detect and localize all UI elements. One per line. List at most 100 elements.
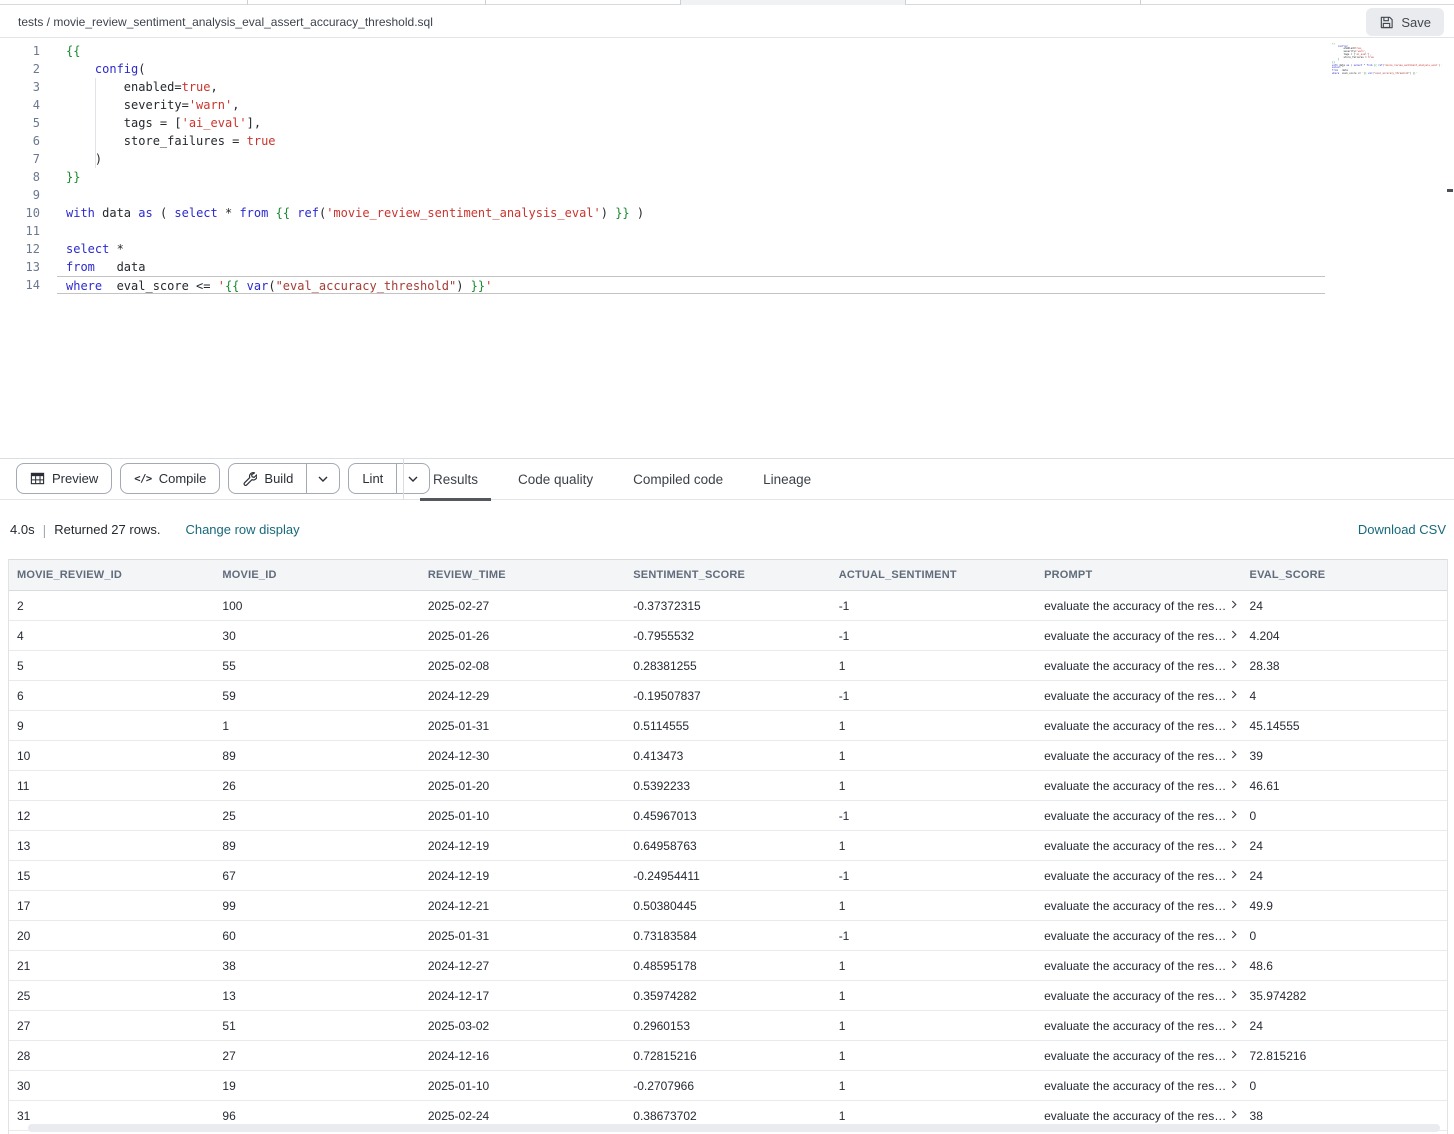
tab-lineage[interactable]: Lineage xyxy=(750,459,824,500)
cell-review_time: 2024-12-19 xyxy=(420,831,625,861)
cell-actual_sentiment: 1 xyxy=(831,1041,1036,1071)
expand-cell-icon[interactable] xyxy=(1231,1080,1238,1089)
code-line[interactable]: 4 severity='warn', xyxy=(0,96,1454,114)
code-line[interactable]: 14where eval_score <= '{{ var("eval_accu… xyxy=(0,276,1454,294)
build-label: Build xyxy=(264,471,293,486)
cell-actual_sentiment: -1 xyxy=(831,621,1036,651)
code-line[interactable]: 11 xyxy=(0,222,1454,240)
build-dropdown-button[interactable] xyxy=(306,464,339,493)
cell-movie_review_id: 12 xyxy=(9,801,214,831)
cell-sentiment_score: 0.28381255 xyxy=(625,651,830,681)
table-row: 21382024-12-270.485951781evaluate the ac… xyxy=(9,951,1447,981)
horizontal-scrollbar[interactable] xyxy=(28,1124,1440,1132)
cell-review_time: 2024-12-27 xyxy=(420,951,625,981)
table-grid-icon xyxy=(30,471,45,486)
cell-movie_review_id: 9 xyxy=(9,711,214,741)
cell-sentiment_score: 0.5114555 xyxy=(625,711,830,741)
preview-button[interactable]: Preview xyxy=(16,463,112,494)
cell-prompt: evaluate the accuracy of the res… xyxy=(1036,831,1241,861)
cell-review_time: 2025-01-10 xyxy=(420,1071,625,1101)
code-line[interactable]: 1{{ xyxy=(0,42,1454,60)
minimap-line: with data as ( select * from {{ ref('mov… xyxy=(1332,65,1442,68)
compile-button[interactable]: </> Compile xyxy=(120,463,220,494)
download-csv-link[interactable]: Download CSV xyxy=(1358,522,1446,537)
expand-cell-icon[interactable] xyxy=(1231,960,1238,969)
cell-review_time: 2024-12-30 xyxy=(420,741,625,771)
cell-eval_score: 35.974282 xyxy=(1242,981,1447,1011)
prompt-text: evaluate the accuracy of the res… xyxy=(1044,869,1226,883)
expand-cell-icon[interactable] xyxy=(1231,690,1238,699)
cell-actual_sentiment: 1 xyxy=(831,891,1036,921)
cell-review_time: 2025-03-02 xyxy=(420,1011,625,1041)
cell-actual_sentiment: 1 xyxy=(831,951,1036,981)
code-line[interactable]: 9 xyxy=(0,186,1454,204)
cell-sentiment_score: 0.45967013 xyxy=(625,801,830,831)
expand-cell-icon[interactable] xyxy=(1231,930,1238,939)
change-row-display-link[interactable]: Change row display xyxy=(185,522,299,537)
expand-cell-icon[interactable] xyxy=(1231,600,1238,609)
cell-eval_score: 28.38 xyxy=(1242,651,1447,681)
cell-sentiment_score: 0.413473 xyxy=(625,741,830,771)
cell-movie_id: 1 xyxy=(214,711,419,741)
minimap[interactable]: {{ config( enabled=true, severity='warn'… xyxy=(1332,43,1442,107)
expand-cell-icon[interactable] xyxy=(1231,1110,1238,1119)
expand-cell-icon[interactable] xyxy=(1231,810,1238,819)
cell-actual_sentiment: -1 xyxy=(831,861,1036,891)
editor-scrollbar-marker[interactable] xyxy=(1447,189,1453,192)
expand-cell-icon[interactable] xyxy=(1231,720,1238,729)
line-number: 6 xyxy=(0,132,40,150)
cell-review_time: 2025-01-10 xyxy=(420,801,625,831)
cell-prompt: evaluate the accuracy of the res… xyxy=(1036,951,1241,981)
file-header: tests / movie_review_sentiment_analysis_… xyxy=(0,6,1454,38)
expand-cell-icon[interactable] xyxy=(1231,990,1238,999)
code-line[interactable]: 10with data as ( select * from {{ ref('m… xyxy=(0,204,1454,222)
build-button[interactable]: Build xyxy=(229,464,306,493)
code-line[interactable]: 8}} xyxy=(0,168,1454,186)
cell-movie_review_id: 21 xyxy=(9,951,214,981)
tab-code-quality[interactable]: Code quality xyxy=(505,459,606,500)
code-line[interactable]: 3 enabled=true, xyxy=(0,78,1454,96)
cell-movie_review_id: 17 xyxy=(9,891,214,921)
code-line[interactable]: 6 store_failures = true xyxy=(0,132,1454,150)
expand-cell-icon[interactable] xyxy=(1231,870,1238,879)
tab-results[interactable]: Results xyxy=(420,459,491,500)
breadcrumb: tests / movie_review_sentiment_analysis_… xyxy=(18,6,433,38)
lint-button[interactable]: Lint xyxy=(349,464,396,493)
cell-prompt: evaluate the accuracy of the res… xyxy=(1036,1071,1241,1101)
cell-prompt: evaluate the accuracy of the res… xyxy=(1036,981,1241,1011)
expand-cell-icon[interactable] xyxy=(1231,1050,1238,1059)
code-line[interactable]: 12select * xyxy=(0,240,1454,258)
tab-compiled-code[interactable]: Compiled code xyxy=(620,459,736,500)
cell-actual_sentiment: 1 xyxy=(831,651,1036,681)
line-number: 9 xyxy=(0,186,40,204)
code-editor[interactable]: 1{{2 config(3 enabled=true,4 severity='w… xyxy=(0,39,1454,458)
tab-separator xyxy=(1140,0,1141,5)
expand-cell-icon[interactable] xyxy=(1231,1020,1238,1029)
cell-movie_review_id: 10 xyxy=(9,741,214,771)
code-line[interactable]: 5 tags = ['ai_eval'], xyxy=(0,114,1454,132)
expand-cell-icon[interactable] xyxy=(1231,630,1238,639)
code-line[interactable]: 2 config( xyxy=(0,60,1454,78)
cell-eval_score: 0 xyxy=(1242,801,1447,831)
save-button[interactable]: Save xyxy=(1366,8,1444,36)
cell-review_time: 2024-12-21 xyxy=(420,891,625,921)
column-header-movie_id: MOVIE_ID xyxy=(214,560,419,591)
expand-cell-icon[interactable] xyxy=(1231,900,1238,909)
cell-eval_score: 4.204 xyxy=(1242,621,1447,651)
expand-cell-icon[interactable] xyxy=(1231,750,1238,759)
expand-cell-icon[interactable] xyxy=(1231,780,1238,789)
cell-movie_id: 51 xyxy=(214,1011,419,1041)
expand-cell-icon[interactable] xyxy=(1231,660,1238,669)
cell-actual_sentiment: 1 xyxy=(831,831,1036,861)
code-line[interactable]: 7 ) xyxy=(0,150,1454,168)
cell-sentiment_score: 0.72815216 xyxy=(625,1041,830,1071)
cell-actual_sentiment: -1 xyxy=(831,591,1036,621)
cell-eval_score: 24 xyxy=(1242,831,1447,861)
column-header-prompt: PROMPT xyxy=(1036,560,1241,591)
code-line[interactable]: 13from data xyxy=(0,258,1454,276)
expand-cell-icon[interactable] xyxy=(1231,840,1238,849)
row-count: Returned 27 rows. xyxy=(54,522,160,537)
cell-actual_sentiment: 1 xyxy=(831,741,1036,771)
cell-actual_sentiment: 1 xyxy=(831,981,1036,1011)
tab-separator xyxy=(680,0,681,5)
